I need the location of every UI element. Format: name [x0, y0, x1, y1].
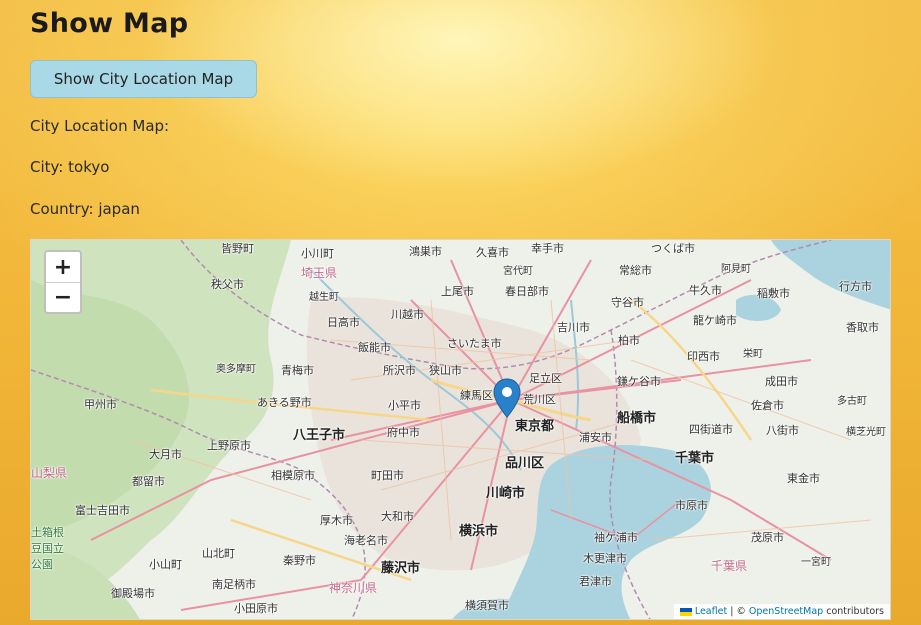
attribution-contributors: contributors — [826, 606, 884, 617]
map-label: 練馬区 — [460, 389, 493, 402]
map-label: 千葉県 — [711, 559, 748, 573]
map-label: 秩父市 — [211, 278, 244, 291]
map-label: 行方市 — [839, 280, 872, 293]
map-label: 久喜市 — [476, 246, 509, 259]
map-label: 龍ケ崎市 — [693, 314, 737, 327]
map-label: 所沢市 — [383, 364, 416, 377]
map-label: 一宮町 — [801, 557, 831, 568]
map-label: 奥多摩町 — [216, 364, 256, 375]
map-label: 茂原市 — [751, 531, 784, 544]
map-label: 大和市 — [381, 510, 414, 523]
map-label: 相模原市 — [271, 469, 315, 482]
map-label: 鴻巣市 — [409, 245, 442, 258]
map-label: 鎌ケ谷市 — [617, 375, 661, 388]
map-label: 品川区 — [505, 456, 545, 471]
map-label: 牛久市 — [689, 284, 722, 297]
map-label: 神奈川県 — [329, 581, 378, 595]
openstreetmap-link[interactable]: OpenStreetMap — [749, 606, 823, 617]
map-label: 南足柄市 — [212, 578, 256, 591]
map-label: 海老名市 — [344, 534, 388, 547]
map-label: 越生町 — [309, 292, 339, 303]
map-label: 都留市 — [132, 475, 165, 488]
map-label: 狭山市 — [429, 364, 462, 377]
map-label: あきる野市 — [257, 396, 312, 409]
map-label: 秦野市 — [283, 554, 316, 567]
map-label: 小山町 — [149, 558, 182, 571]
map-label: 横須賀市 — [465, 599, 509, 612]
map-label: 富士吉田市 — [75, 504, 130, 517]
map-label: 幸手市 — [531, 242, 564, 255]
map-heading: City Location Map: — [30, 117, 170, 135]
map-label: 荒川区 — [523, 393, 556, 406]
map-label: 大月市 — [149, 448, 182, 461]
map-label: 栄町 — [743, 349, 763, 360]
map-label: 浦安市 — [579, 431, 612, 444]
map-label: 横芝光町 — [846, 427, 886, 438]
ukraine-flag-icon — [679, 607, 692, 616]
map-label: 府中市 — [387, 426, 420, 439]
leaflet-link[interactable]: Leaflet — [695, 606, 727, 617]
map-label: 阿見町 — [721, 264, 751, 275]
map-label: さいたま市 — [447, 337, 502, 350]
map-label: 君津市 — [579, 575, 612, 588]
map-label: 木更津市 — [583, 552, 627, 565]
map-label: 小平市 — [388, 399, 421, 412]
map-label: 上尾市 — [441, 285, 474, 298]
map-label: 船橋市 — [617, 411, 657, 426]
map-label: 東金市 — [787, 472, 820, 485]
map-label: 川崎市 — [486, 486, 526, 501]
map-label: 八街市 — [766, 424, 799, 437]
map-label: 横浜市 — [459, 524, 499, 539]
map-label: 小川町 — [301, 247, 334, 260]
map-label: 町田市 — [371, 469, 404, 482]
map-label: 山梨県 — [31, 466, 68, 480]
map-label: 飯能市 — [358, 341, 391, 354]
map-label: 稲敷市 — [757, 287, 790, 300]
map-label: 四街道市 — [689, 423, 733, 436]
zoom-control: + − — [44, 250, 82, 314]
city-location-map[interactable]: 皆野町 小川町 埼玉県 鴻巣市 久喜市 幸手市 宮代町 つくば市 常総市 阿見町… — [30, 239, 891, 620]
map-label: つくば市 — [651, 242, 695, 255]
map-label: 厚木市 — [320, 514, 353, 527]
map-label: 守谷市 — [611, 296, 644, 309]
map-label: 青梅市 — [281, 364, 314, 377]
attribution-separator: | © — [730, 606, 746, 617]
show-city-map-button[interactable]: Show City Location Map — [30, 60, 257, 98]
map-label: 袖ケ浦市 — [594, 531, 638, 544]
map-label: 多古町 — [837, 396, 867, 407]
map-label: 皆野町 — [221, 242, 254, 255]
map-label: 山北町 — [202, 547, 235, 560]
map-label: 印西市 — [687, 350, 720, 363]
map-label: 春日部市 — [505, 285, 549, 298]
map-label: 宮代町 — [503, 266, 533, 277]
map-label: 埼玉県 — [301, 266, 338, 280]
map-label: 八王子市 — [293, 428, 346, 443]
map-attribution: Leaflet | © OpenStreetMap contributors — [673, 604, 890, 619]
map-pin-icon[interactable] — [493, 378, 521, 418]
map-label: 豆国立 — [31, 542, 64, 555]
map-label: 小田原市 — [234, 602, 278, 615]
map-label: 市原市 — [675, 499, 708, 512]
map-label: 佐倉市 — [751, 399, 784, 412]
zoom-in-button[interactable]: + — [46, 252, 80, 282]
map-label: 千葉市 — [675, 451, 715, 466]
map-label: 甲州市 — [84, 398, 117, 411]
country-text: Country: japan — [30, 200, 140, 218]
map-label: 御殿場市 — [111, 587, 155, 600]
map-label: 藤沢市 — [381, 561, 421, 576]
map-label: 吉川市 — [557, 321, 590, 334]
page-title: Show Map — [30, 8, 189, 39]
city-text: City: tokyo — [30, 158, 110, 176]
map-label: 柏市 — [618, 334, 640, 347]
map-label: 成田市 — [765, 375, 798, 388]
map-label: 土箱根 — [31, 526, 64, 539]
map-label: 上野原市 — [207, 439, 251, 452]
map-label: 足立区 — [529, 372, 562, 385]
map-label: 日高市 — [327, 316, 360, 329]
map-label: 香取市 — [846, 321, 879, 334]
map-label: 常総市 — [619, 264, 652, 277]
map-label: 公園 — [31, 558, 53, 571]
zoom-out-button[interactable]: − — [46, 282, 80, 312]
map-label: 川越市 — [391, 308, 424, 321]
